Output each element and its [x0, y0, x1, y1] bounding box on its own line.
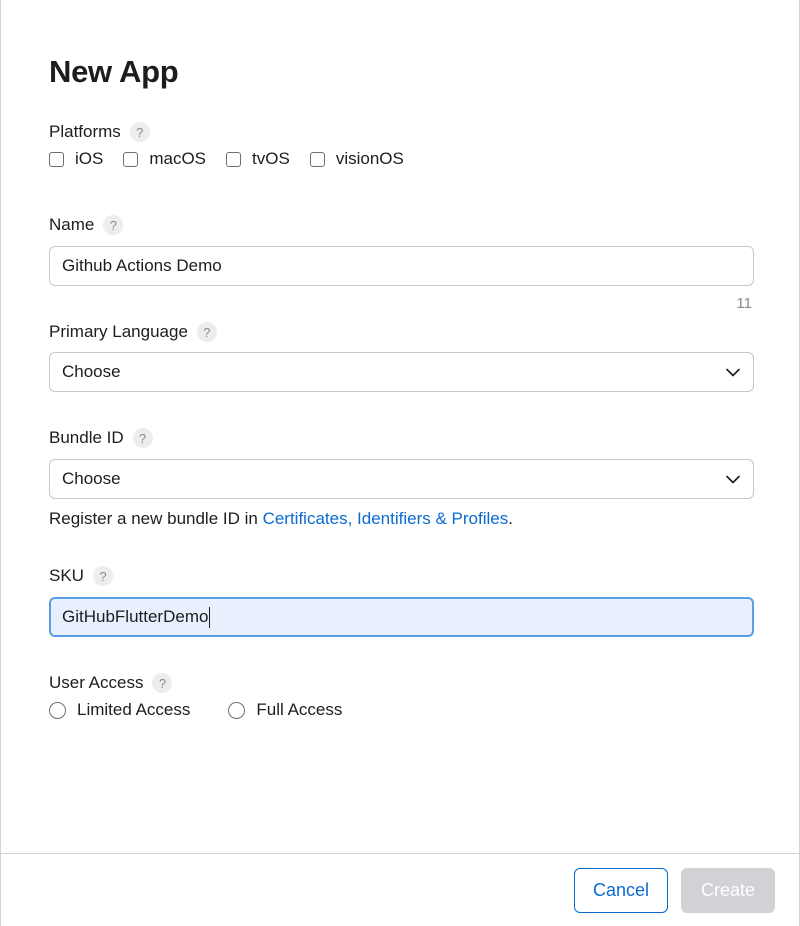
platform-ios-option[interactable]: iOS: [49, 149, 103, 169]
bundle-id-selected: Choose: [62, 469, 121, 488]
dialog-footer: Cancel Create: [1, 853, 799, 926]
bundle-id-select[interactable]: Choose: [49, 459, 754, 499]
name-label-group: Name ?: [49, 215, 124, 235]
platform-macos-label: macOS: [149, 149, 207, 168]
primary-language-select[interactable]: Choose: [49, 352, 754, 392]
bundle-id-label: Bundle ID: [49, 428, 124, 447]
chevron-down-icon: [725, 471, 741, 487]
user-access-label: User Access: [49, 673, 144, 692]
bundle-id-hint-prefix: Register a new bundle ID in: [49, 509, 263, 528]
sku-help-icon[interactable]: ?: [92, 566, 113, 586]
platforms-label-group: Platforms ?: [49, 122, 150, 142]
new-app-dialog: New App Platforms ? iOS macOS tvOS visio…: [0, 0, 800, 926]
bundle-id-hint: Register a new bundle ID in Certificates…: [49, 509, 513, 529]
platform-tvos-label: tvOS: [252, 149, 290, 168]
limited-access-label: Limited Access: [77, 700, 191, 719]
sku-input[interactable]: GitHubFlutterDemo: [49, 597, 754, 637]
platform-macos-checkbox[interactable]: [123, 151, 139, 167]
platform-tvos-checkbox[interactable]: [226, 151, 242, 167]
certificates-identifiers-profiles-link[interactable]: Certificates, Identifiers & Profiles: [263, 509, 509, 528]
limited-access-option[interactable]: Limited Access: [49, 700, 190, 720]
platforms-label: Platforms: [49, 122, 121, 141]
platforms-help-icon[interactable]: ?: [129, 122, 150, 142]
text-cursor: [209, 606, 211, 628]
full-access-label: Full Access: [256, 700, 343, 719]
cancel-button[interactable]: Cancel: [574, 868, 668, 913]
full-access-radio[interactable]: [228, 701, 246, 719]
name-input[interactable]: Github Actions Demo: [49, 246, 754, 286]
name-character-counter: 11: [736, 295, 752, 312]
limited-access-radio[interactable]: [49, 701, 66, 719]
sku-label-group: SKU ?: [49, 566, 113, 586]
name-help-icon[interactable]: ?: [103, 215, 124, 235]
sku-input-value: GitHubFlutterDemo: [62, 607, 209, 626]
user-access-help-icon[interactable]: ?: [152, 673, 173, 693]
primary-language-selected: Choose: [62, 362, 121, 381]
bundle-id-help-icon[interactable]: ?: [132, 428, 153, 448]
platform-ios-label: iOS: [75, 149, 104, 168]
name-label: Name: [49, 215, 95, 234]
platform-visionos-label: visionOS: [335, 149, 404, 168]
platform-visionos-option[interactable]: visionOS: [309, 149, 404, 169]
chevron-down-icon: [725, 364, 741, 380]
primary-language-label-group: Primary Language ?: [49, 322, 217, 342]
user-access-label-group: User Access ?: [49, 673, 173, 693]
user-access-radio-group: Limited Access Full Access: [49, 700, 380, 720]
platform-ios-checkbox[interactable]: [49, 151, 64, 167]
primary-language-label: Primary Language: [49, 322, 188, 341]
bundle-id-hint-suffix: .: [508, 509, 513, 528]
platform-visionos-checkbox[interactable]: [309, 151, 325, 167]
full-access-option[interactable]: Full Access: [228, 700, 342, 720]
platform-tvos-option[interactable]: tvOS: [226, 149, 290, 169]
dialog-title: New App: [49, 54, 179, 89]
bundle-id-label-group: Bundle ID ?: [49, 428, 153, 448]
create-button[interactable]: Create: [681, 868, 775, 913]
platform-macos-option[interactable]: macOS: [123, 149, 206, 169]
sku-label: SKU: [49, 566, 84, 585]
primary-language-help-icon[interactable]: ?: [196, 322, 217, 342]
platforms-checkbox-group: iOS macOS tvOS visionOS: [49, 149, 424, 169]
name-input-value: Github Actions Demo: [62, 256, 222, 275]
